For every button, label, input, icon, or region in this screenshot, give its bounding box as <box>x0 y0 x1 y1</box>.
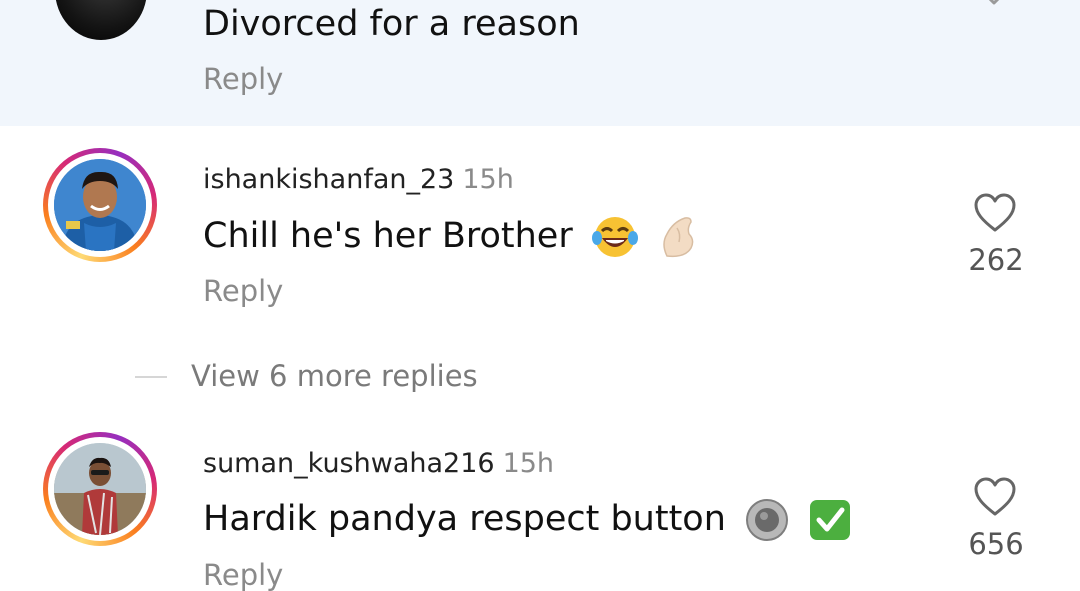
radio-button-emoji <box>746 499 789 541</box>
username-link[interactable]: suman_kushwaha216 <box>203 448 495 479</box>
like-count: 262 <box>968 243 1024 277</box>
username-link[interactable]: ishankishanfan_23 <box>203 164 454 195</box>
comments-screen: Divorced for a reason Reply ishankishanf… <box>0 0 1080 591</box>
comment-header: ishankishanfan_23 15h <box>203 164 514 195</box>
timestamp: 15h <box>502 448 555 479</box>
user-avatar-image <box>54 443 146 535</box>
comment-text: Divorced for a reason <box>203 4 580 44</box>
comment-text: Chill he's her Brother <box>203 214 701 260</box>
heart-icon[interactable] <box>972 192 1018 234</box>
pinched-fingers-emoji <box>663 217 694 258</box>
comment-text: Hardik pandya respect button <box>203 498 852 542</box>
comment-header: suman_kushwaha216 15h <box>203 448 554 479</box>
timestamp: 15h <box>462 164 514 195</box>
reply-button[interactable]: Reply <box>203 558 283 591</box>
chevron-down-icon[interactable] <box>975 0 1013 12</box>
divider <box>135 376 167 378</box>
heart-icon[interactable] <box>972 476 1018 518</box>
face-with-tears-of-joy-emoji <box>591 217 638 257</box>
avatar[interactable] <box>43 432 157 546</box>
view-more-replies-label[interactable]: View 6 more replies <box>191 359 478 393</box>
avatar[interactable] <box>55 0 147 40</box>
comment-item: ishankishanfan_23 15h Chill he's her Brot… <box>0 148 1080 318</box>
check-mark-button-emoji <box>810 500 851 540</box>
reply-button[interactable]: Reply <box>203 274 283 308</box>
comment-item: suman_kushwaha216 15h Hardik pandya respe… <box>0 432 1080 591</box>
avatar[interactable] <box>43 148 157 262</box>
user-avatar-image <box>54 159 146 251</box>
like-count: 656 <box>968 527 1024 561</box>
highlighted-comment: Divorced for a reason Reply <box>0 0 1080 126</box>
reply-button[interactable]: Reply <box>203 62 283 96</box>
